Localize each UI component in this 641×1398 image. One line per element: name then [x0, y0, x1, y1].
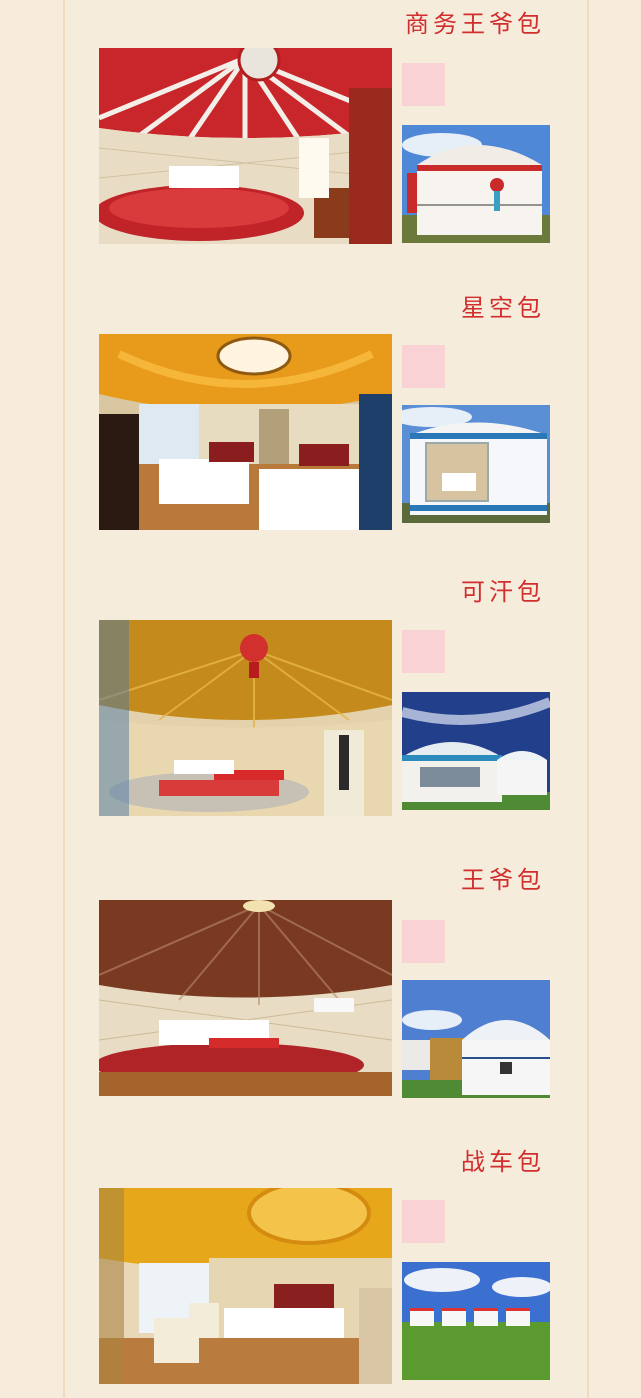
- room-interior-photo[interactable]: [99, 1188, 392, 1384]
- room-section: 星空包: [0, 284, 641, 544]
- room-exterior-thumbnail[interactable]: [402, 692, 550, 810]
- pink-tile: [402, 63, 445, 106]
- room-interior-photo[interactable]: [99, 334, 392, 530]
- room-section: 战车包: [0, 1132, 641, 1392]
- room-title: 星空包: [461, 294, 545, 322]
- pink-tile: [402, 630, 445, 673]
- room-interior-photo[interactable]: [99, 900, 392, 1096]
- room-title: 王爷包: [461, 866, 545, 894]
- room-exterior-thumbnail[interactable]: [402, 125, 550, 243]
- room-section: 商务王爷包: [0, 0, 641, 260]
- room-section: 王爷包: [0, 850, 641, 1110]
- room-exterior-thumbnail[interactable]: [402, 980, 550, 1098]
- room-title: 可汗包: [461, 578, 545, 606]
- room-exterior-thumbnail[interactable]: [402, 405, 550, 523]
- pink-tile: [402, 345, 445, 388]
- pink-tile: [402, 1200, 445, 1243]
- room-interior-photo[interactable]: [99, 48, 392, 244]
- room-title: 商务王爷包: [405, 10, 545, 38]
- room-exterior-thumbnail[interactable]: [402, 1262, 550, 1380]
- room-title: 战车包: [461, 1148, 545, 1176]
- room-interior-photo[interactable]: [99, 620, 392, 816]
- room-section: 可汗包: [0, 568, 641, 828]
- pink-tile: [402, 920, 445, 963]
